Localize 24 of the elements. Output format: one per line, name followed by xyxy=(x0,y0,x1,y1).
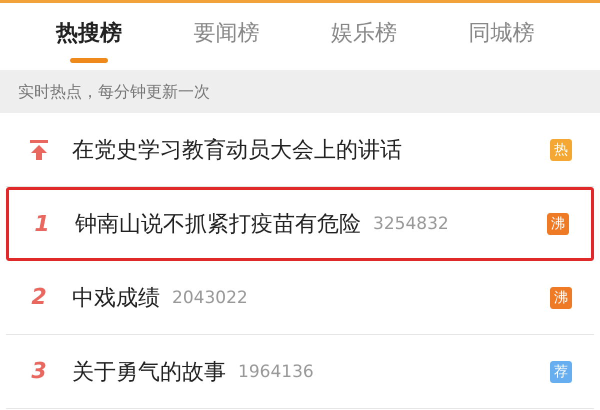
tab[interactable]: 娱乐榜 xyxy=(320,3,407,70)
tag-badge: 荐 xyxy=(550,360,572,382)
hot-search-row[interactable]: 2 中戏成绩 2043022 沸 xyxy=(6,261,594,335)
pin-top-icon xyxy=(29,138,49,160)
hot-search-row[interactable]: 1 钟南山说不抓紧打疫苗有危险 3254832 沸 xyxy=(6,187,594,261)
update-notice: 实时热点，每分钟更新一次 xyxy=(0,70,600,113)
tag-badge: 沸 xyxy=(550,286,572,308)
tag-badge: 热 xyxy=(550,138,572,160)
topic-link[interactable]: 中戏成绩 xyxy=(72,282,160,312)
tab[interactable]: 同城榜 xyxy=(458,3,544,70)
rank-number: 2 xyxy=(31,285,47,310)
topic-link[interactable]: 在党史学习教育动员大会上的讲话 xyxy=(72,134,402,164)
topic-link[interactable]: 钟南山说不抓紧打疫苗有危险 xyxy=(75,209,361,239)
tab[interactable]: 要闻榜 xyxy=(183,3,270,70)
topic-link[interactable]: 关于勇气的故事 xyxy=(72,356,226,386)
heat-count: 2043022 xyxy=(172,288,248,308)
heat-count: 1964136 xyxy=(238,362,314,382)
rank-number: 1 xyxy=(34,212,50,236)
hot-search-row[interactable]: 在党史学习教育动员大会上的讲话 热 xyxy=(6,113,594,187)
tab[interactable]: 热搜榜 xyxy=(46,3,132,70)
hot-search-row[interactable]: 3 关于勇气的故事 1964136 荐 xyxy=(6,335,594,409)
heat-count: 3254832 xyxy=(373,214,449,234)
rank-number: 3 xyxy=(31,359,47,384)
tag-badge: 沸 xyxy=(547,213,569,235)
